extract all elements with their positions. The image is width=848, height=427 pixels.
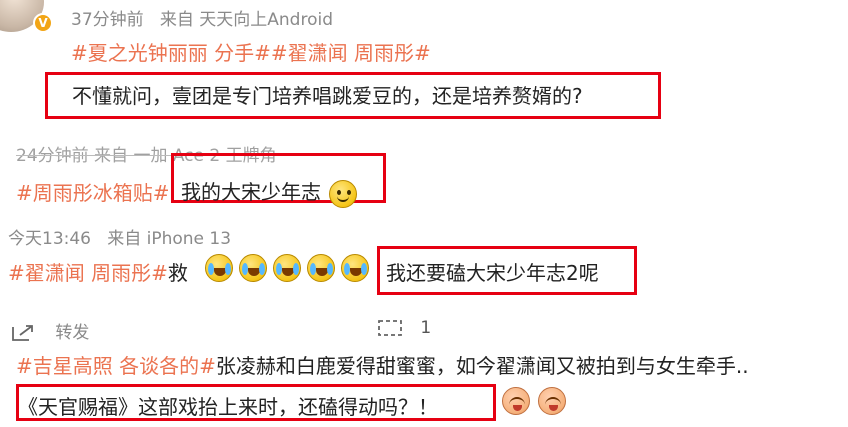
hashtag-link[interactable]: #夏之光钟丽丽 分手##翟潇闻 周雨彤# [71,37,431,66]
post-text: 我还要磕大宋少年志2呢 [386,261,599,285]
comment-button[interactable]: 1 [377,318,431,338]
drooling-emoji-icon [538,387,566,415]
crying-laughing-emoji-icon [273,254,301,282]
post-text: 我的大宋少年志 [181,176,358,208]
crying-laughing-emoji-icon [205,254,233,282]
repost-icon [12,325,33,341]
post-source: 来自 iPhone 13 [107,229,232,249]
hashtag-link[interactable]: #翟潇闻 周雨彤# [8,261,168,285]
post-time: 37分钟前 [71,10,144,30]
post-time: 今天13:46 [8,229,91,249]
post-text: 不懂就问，壹团是专门培养唱跳爱豆的，还是培养赘婿的? [72,84,583,108]
crying-laughing-emoji-icon [307,254,335,282]
post-text: #吉星高照 各谈各的#张凌赫和白鹿爱得甜蜜蜜，如今翟潇闻又被拍到与女生牵手.. [16,350,749,379]
post-meta: 37分钟前 来自 天天向上Android [71,5,333,30]
post-text-content: 我的大宋少年志 [181,180,321,204]
post-text-line2: 《天官赐福》这部戏抬上来时，还磕得动吗？！ [18,395,438,419]
comment-icon [378,320,402,336]
crying-laughing-emoji-icon [341,254,369,282]
crying-laughing-emoji-icon [239,254,267,282]
emoji-row [502,387,566,415]
comment-count: 1 [420,318,432,338]
repost-button[interactable]: 转发 [10,318,89,343]
hashtag-link[interactable]: #吉星高照 各谈各的# [16,354,216,378]
emoji-row [205,254,369,282]
smile-emoji-icon [329,179,358,208]
repost-label: 转发 [55,323,90,343]
post-text-line1: 张凌赫和白鹿爱得甜蜜蜜，如今翟潇闻又被拍到与女生牵手.. [215,354,749,378]
post-source: 来自 天天向上Android [159,10,333,30]
hashtag-link[interactable]: #周雨彤冰箱贴# [16,177,170,206]
drooling-emoji-icon [502,387,530,415]
post-prefix: 救 [167,261,188,285]
post-text: #翟潇闻 周雨彤#救 [8,257,188,286]
post-meta: 今天13:46 来自 iPhone 13 [8,224,231,249]
verified-badge-icon: V [33,13,53,33]
